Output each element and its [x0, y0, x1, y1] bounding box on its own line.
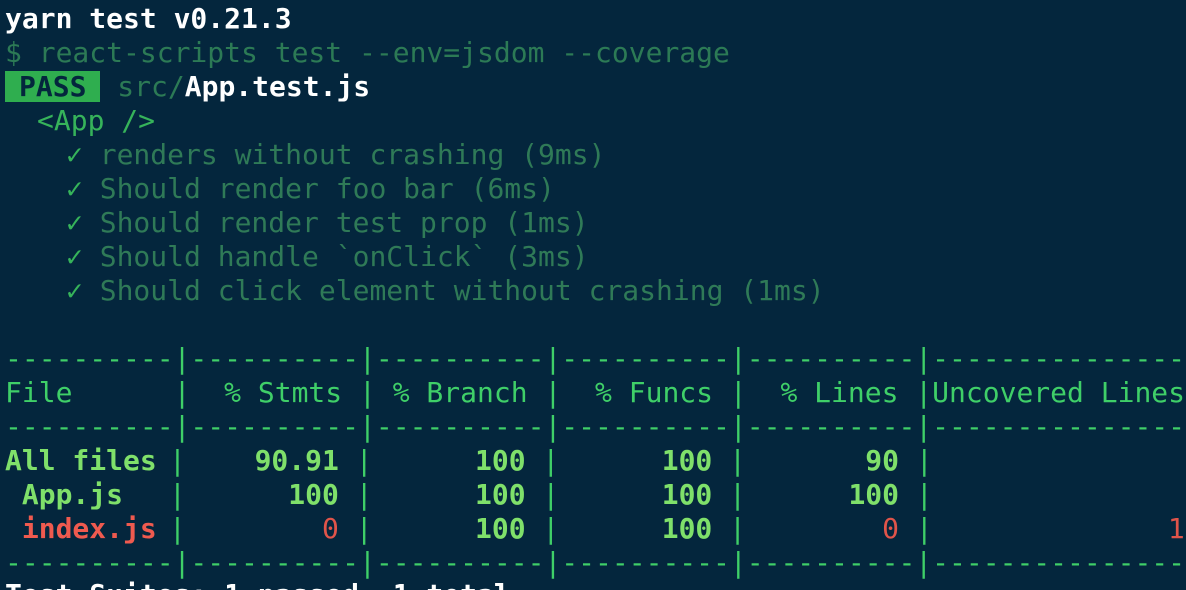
- coverage-stmts-cell: 0: [322, 512, 339, 545]
- coverage-row-app-js: App.js|100 |100 |100 |100 | |: [5, 478, 933, 511]
- test-item-label: Should handle `onClick` (3ms): [99, 240, 589, 273]
- coverage-file-cell: App.js: [5, 478, 124, 511]
- test-summary-line: Test Suites: 1 passed, 1 total: [5, 578, 511, 590]
- suite-name: <App />: [37, 104, 156, 137]
- coverage-funcs-cell: 100: [661, 512, 713, 545]
- coverage-rule-bottom: ----------|----------|----------|-------…: [5, 546, 1186, 579]
- test-item: ✓ Should render test prop (1ms): [66, 206, 589, 240]
- test-item: ✓ renders without crashing (9ms): [66, 138, 605, 172]
- check-icon: ✓: [66, 206, 83, 239]
- coverage-lines-cell: 0: [882, 512, 900, 545]
- coverage-rule-mid: ----------|----------|----------|-------…: [5, 410, 1186, 443]
- coverage-header-row: File | % Stmts | % Branch | % Funcs | % …: [5, 376, 1186, 409]
- coverage-funcs-cell: 100: [661, 444, 713, 477]
- test-item-label: renders without crashing (9ms): [99, 138, 606, 171]
- terminal-window: yarn test v0.21.3 $ react-scripts test -…: [0, 0, 1186, 590]
- coverage-stmts-cell: 100: [288, 478, 339, 511]
- check-icon: ✓: [66, 172, 83, 205]
- yarn-version-line: yarn test v0.21.3: [5, 2, 292, 35]
- coverage-branch-cell: 100: [475, 478, 526, 511]
- pass-badge: PASS: [5, 71, 101, 102]
- test-item-label: Should render foo bar (6ms): [99, 172, 555, 205]
- coverage-rule-top: ----------|----------|----------|-------…: [5, 342, 1186, 375]
- test-path-dir: src/: [117, 70, 185, 103]
- coverage-lines-cell: 90: [865, 444, 900, 477]
- coverage-file-cell: index.js: [5, 512, 157, 545]
- command-line: $ react-scripts test --env=jsdom --cover…: [5, 36, 730, 69]
- coverage-file-cell: All files: [5, 444, 157, 477]
- test-result-line: PASS src/App.test.js: [5, 70, 370, 104]
- test-item-label: Should click element without crashing (1…: [99, 274, 825, 307]
- coverage-row-all-files: All files|90.91 |100 |100 |90 | |: [5, 444, 933, 477]
- coverage-stmts-cell: 90.91: [254, 444, 339, 477]
- coverage-uncovered-cell: 1: [1167, 512, 1185, 545]
- coverage-branch-cell: 100: [475, 512, 526, 545]
- check-icon: ✓: [66, 240, 83, 273]
- coverage-lines-cell: 100: [848, 478, 900, 511]
- test-item: ✓ Should render foo bar (6ms): [66, 172, 555, 206]
- test-item-label: Should render test prop (1ms): [99, 206, 589, 239]
- coverage-row-index-js: index.js|0 |100 |100 |0 |1 |: [5, 512, 1185, 545]
- test-item: ✓ Should handle `onClick` (3ms): [66, 240, 589, 274]
- check-icon: ✓: [66, 138, 83, 171]
- check-icon: ✓: [66, 274, 83, 307]
- coverage-branch-cell: 100: [475, 444, 526, 477]
- coverage-funcs-cell: 100: [661, 478, 713, 511]
- test-path-file: App.test.js: [184, 70, 371, 103]
- test-item: ✓ Should click element without crashing …: [66, 274, 825, 308]
